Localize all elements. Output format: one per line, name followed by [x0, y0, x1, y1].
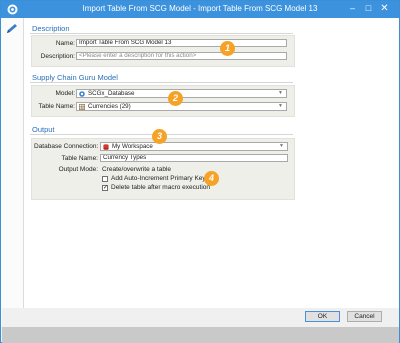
window-title: Import Table From SCG Model - Import Tab… [82, 4, 318, 13]
database-icon [103, 144, 109, 150]
status-bar [2, 327, 399, 343]
table-icon [79, 104, 85, 110]
model-value: SCGx_Database [88, 90, 135, 97]
output-mode-label: Output Mode: [58, 166, 98, 173]
name-field[interactable]: Import Table From SCG Model 13 [76, 39, 287, 47]
cancel-button[interactable]: Cancel [347, 311, 382, 322]
output-panel: Database Connection: My Workspace ▼ Tabl… [31, 138, 295, 200]
minimize-button[interactable]: – [345, 1, 360, 18]
model-panel: Model: SCGx_Database ▼ Table Name: Curre… [31, 85, 295, 117]
delete-table-checkbox[interactable]: ✓ [102, 185, 108, 191]
divider [30, 33, 293, 34]
output-table-name-field[interactable]: Currency Types [100, 154, 288, 162]
model-label: Model: [55, 90, 75, 97]
delete-table-label: Delete table after macro execution [111, 184, 210, 191]
description-label: Description: [40, 53, 75, 60]
section-title-output: Output [32, 125, 55, 134]
close-button[interactable]: ✕ [377, 1, 392, 18]
main-content: Description Name: Import Table From SCG … [24, 18, 399, 308]
ok-button[interactable]: OK [305, 311, 340, 322]
auto-increment-checkbox[interactable] [102, 176, 108, 182]
output-mode-value: Create/overwrite a table [102, 166, 172, 173]
button-bar: OK Cancel [2, 308, 399, 327]
database-connection-label: Database Connection: [34, 143, 99, 150]
dialog-window: Import Table From SCG Model - Import Tab… [0, 0, 400, 343]
model-icon [79, 91, 85, 97]
section-title-model: Supply Chain Guru Model [32, 73, 118, 82]
pencil-icon[interactable] [5, 23, 19, 35]
auto-increment-label: Add Auto-Increment Primary Key [111, 175, 206, 182]
divider [30, 82, 293, 83]
output-table-name-label: Table Name: [61, 155, 99, 162]
section-title-description: Description [32, 24, 70, 33]
table-value: Currencies (29) [88, 103, 131, 110]
callout-badge-3: 3 [152, 129, 167, 144]
callout-badge-1: 1 [220, 41, 235, 56]
description-panel: Name: Import Table From SCG Model 13 Des… [31, 35, 295, 67]
table-name-label: Table Name: [38, 103, 76, 110]
database-connection-value: My Workspace [112, 143, 153, 150]
app-icon [7, 4, 18, 15]
database-connection-select[interactable]: My Workspace ▼ [100, 142, 288, 151]
chevron-down-icon: ▼ [278, 103, 283, 109]
description-field[interactable]: <Please enter a description for this act… [76, 52, 287, 60]
chevron-down-icon: ▼ [279, 143, 284, 149]
left-toolbar [1, 18, 24, 326]
maximize-button[interactable]: □ [361, 1, 376, 18]
name-label: Name: [55, 40, 75, 47]
callout-badge-4: 4 [204, 171, 219, 186]
chevron-down-icon: ▼ [278, 90, 283, 96]
title-bar[interactable]: Import Table From SCG Model - Import Tab… [1, 1, 399, 18]
table-select[interactable]: Currencies (29) ▼ [76, 102, 287, 111]
callout-badge-2: 2 [168, 91, 183, 106]
